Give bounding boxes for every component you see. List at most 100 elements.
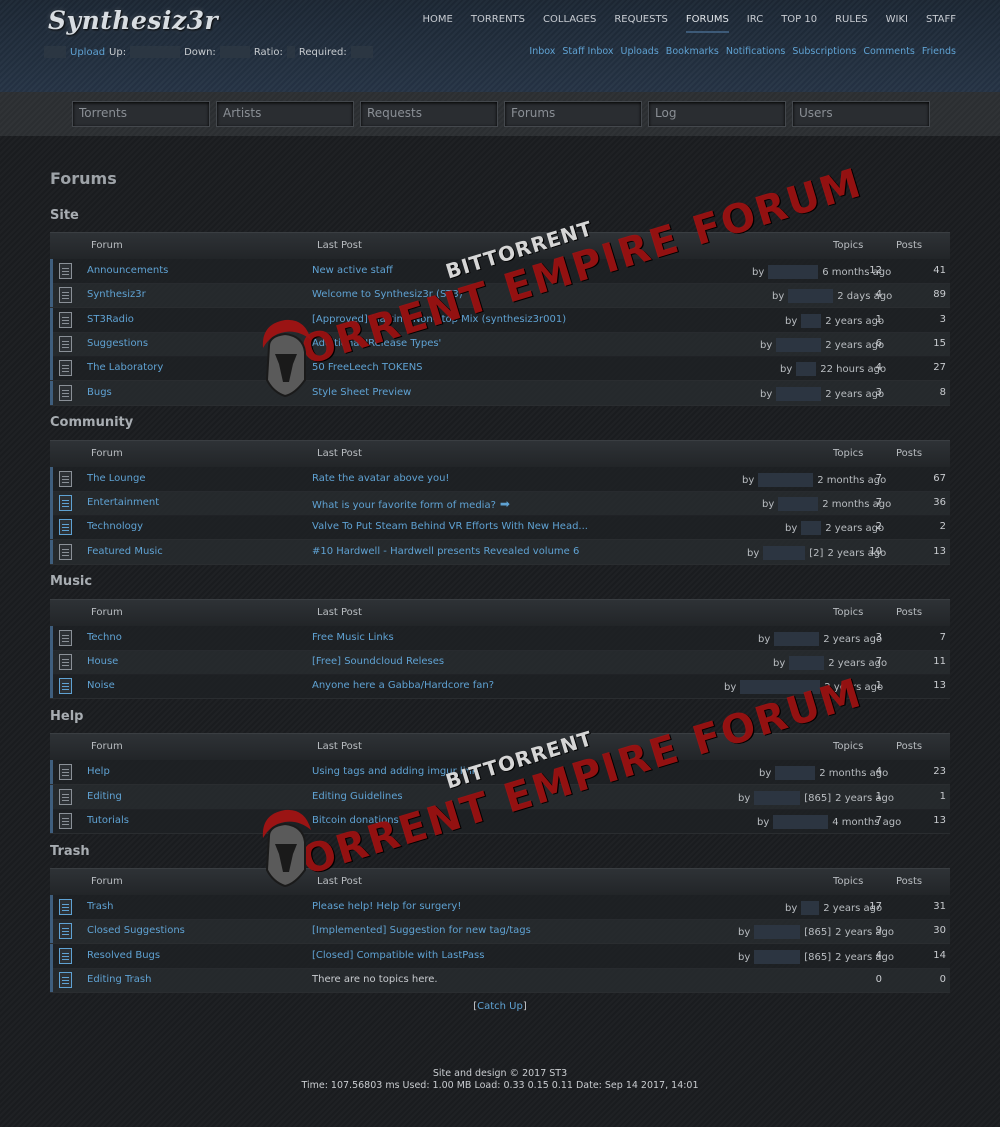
last-post-link[interactable]: Rate the avatar above you! (312, 473, 449, 484)
forum-name-link[interactable]: Editing Trash (87, 974, 151, 985)
nav-staff[interactable]: STAFF (926, 14, 956, 33)
last-post-link[interactable]: Editing Guidelines (312, 791, 403, 802)
search-input-requests[interactable] (361, 102, 497, 124)
last-post-link[interactable]: Using tags and adding imgur link (312, 766, 478, 777)
page-suffix[interactable]: [2] (809, 548, 823, 559)
author-name-redacted[interactable] (774, 632, 820, 646)
last-post-link[interactable]: Bitcoin donations (312, 815, 399, 826)
author-name-redacted[interactable] (788, 289, 834, 303)
subnav-uploads[interactable]: Uploads (621, 46, 659, 57)
author-name-redacted[interactable] (789, 656, 825, 670)
author-name-redacted[interactable] (754, 950, 801, 964)
subnav-friends[interactable]: Friends (922, 46, 956, 57)
last-post-author: by [865] 2 years ago (738, 950, 894, 964)
forum-name-link[interactable]: The Lounge (87, 473, 145, 484)
last-post-link[interactable]: [Closed] Compatible with LastPass (312, 950, 484, 961)
last-post-link[interactable]: Please help! Help for surgery! (312, 901, 461, 912)
subnav-comments[interactable]: Comments (863, 46, 915, 57)
author-name-redacted[interactable] (778, 497, 819, 511)
author-name-redacted[interactable] (796, 362, 817, 376)
subnav-inbox[interactable]: Inbox (529, 46, 555, 57)
forum-name-link[interactable]: Resolved Bugs (87, 950, 160, 961)
last-post-link[interactable]: 50 FreeLeech TOKENS (312, 362, 423, 373)
last-post-link[interactable]: What is your favorite form of media? ➡ (312, 497, 510, 511)
forum-name-link[interactable]: Techno (87, 632, 122, 643)
last-post-link[interactable]: #10 Hardwell - Hardwell presents Reveale… (312, 546, 579, 557)
last-post-link[interactable]: [Free] Soundcloud Releses (312, 656, 444, 667)
nav-requests[interactable]: REQUESTS (614, 14, 668, 33)
forum-name-link[interactable]: The Laboratory (87, 362, 163, 373)
author-name-redacted[interactable] (740, 680, 821, 694)
nav-forums[interactable]: FORUMS (685, 14, 729, 33)
nav-torrents[interactable]: TORRENTS (471, 14, 525, 33)
author-name-redacted[interactable] (758, 473, 814, 487)
table-row: Editing Editing Guidelines by [865] 2 years … (50, 785, 950, 810)
author-name-redacted[interactable] (754, 925, 801, 939)
forum-name-link[interactable]: Help (87, 766, 110, 777)
subnav-staff-inbox[interactable]: Staff Inbox (562, 46, 613, 57)
nav-top-10[interactable]: TOP 10 (781, 14, 817, 33)
author-name-redacted[interactable] (768, 265, 819, 279)
author-name-redacted[interactable] (801, 901, 820, 915)
forum-name-link[interactable]: Synthesiz3r (87, 289, 146, 300)
search-input-artists[interactable] (217, 102, 353, 124)
page-suffix[interactable]: [865] (804, 793, 831, 804)
forum-name-link[interactable]: Announcements (87, 265, 168, 276)
author-name-redacted[interactable] (754, 791, 801, 805)
forum-name-link[interactable]: Tutorials (87, 815, 129, 826)
last-post-link[interactable]: Valve To Put Steam Behind VR Efforts Wit… (312, 521, 588, 532)
last-post-link[interactable]: [Approved] Martin - Non-stop Mix (synthe… (312, 314, 566, 325)
last-post-link[interactable]: [Implemented] Suggestion for new tag/tag… (312, 925, 531, 936)
last-post-link[interactable]: Welcome to Synthesiz3r (ST3) (312, 289, 463, 300)
catch-up-link[interactable]: Catch Up (477, 1001, 523, 1012)
nav-irc[interactable]: IRC (747, 14, 763, 33)
subnav-bookmarks[interactable]: Bookmarks (666, 46, 719, 57)
forum-name-link[interactable]: Closed Suggestions (87, 925, 185, 936)
page-suffix[interactable]: [865] (804, 952, 831, 963)
author-name-redacted[interactable] (775, 766, 816, 780)
jump-to-last-arrow-icon[interactable]: ➡ (500, 497, 510, 511)
last-post-link[interactable]: Style Sheet Preview (312, 387, 411, 398)
author-name-redacted[interactable] (763, 546, 806, 560)
forum-name-link[interactable]: Suggestions (87, 338, 148, 349)
username-redacted[interactable] (44, 46, 66, 58)
nav-rules[interactable]: RULES (835, 14, 868, 33)
forum-name-link[interactable]: House (87, 656, 118, 667)
search-input-forums[interactable] (505, 102, 641, 124)
site-logo[interactable]: Synthesiz3r (48, 6, 218, 35)
author-name-redacted[interactable] (776, 387, 822, 401)
forum-name-link[interactable]: Featured Music (87, 546, 163, 557)
topic-count: 4 (875, 289, 882, 300)
forum-table-community: Forum Last Post Topics Posts The Lounge Rate … (50, 440, 950, 565)
forum-name-link[interactable]: Noise (87, 680, 115, 691)
last-post-link[interactable]: Additional 'Release Types' (312, 338, 441, 349)
search-input-log[interactable] (649, 102, 785, 124)
last-post-link[interactable]: New active staff (312, 265, 393, 276)
nav-home[interactable]: HOME (423, 14, 453, 33)
forum-name-link[interactable]: Trash (87, 901, 113, 912)
author-name-redacted[interactable] (801, 314, 822, 328)
subnav-subscriptions[interactable]: Subscriptions (792, 46, 856, 57)
subnav-notifications[interactable]: Notifications (726, 46, 785, 57)
author-name-redacted[interactable] (776, 338, 822, 352)
last-post-link[interactable]: Free Music Links (312, 632, 394, 643)
forum-name-link[interactable]: ST3Radio (87, 314, 134, 325)
author-name-redacted[interactable] (773, 815, 829, 829)
forum-name-link[interactable]: Bugs (87, 387, 112, 398)
author-name-redacted[interactable] (801, 521, 822, 535)
column-header-posts: Posts (896, 741, 923, 752)
required-value-redacted (350, 46, 373, 58)
forum-name-link[interactable]: Technology (87, 521, 143, 532)
search-input-users[interactable] (793, 102, 929, 124)
nav-wiki[interactable]: WIKI (886, 14, 908, 33)
post-count: 0 (939, 974, 946, 985)
table-row: Techno Free Music Links by 2 years ago 3 7 (50, 626, 950, 651)
last-post-link[interactable]: Anyone here a Gabba/Hardcore fan? (312, 680, 494, 691)
topic-count: 4 (875, 362, 882, 373)
forum-name-link[interactable]: Entertainment (87, 497, 159, 508)
nav-collages[interactable]: COLLAGES (543, 14, 596, 33)
forum-name-link[interactable]: Editing (87, 791, 122, 802)
search-input-torrents[interactable] (73, 102, 209, 124)
page-suffix[interactable]: [865] (804, 927, 831, 938)
upload-link[interactable]: Upload (70, 47, 105, 58)
